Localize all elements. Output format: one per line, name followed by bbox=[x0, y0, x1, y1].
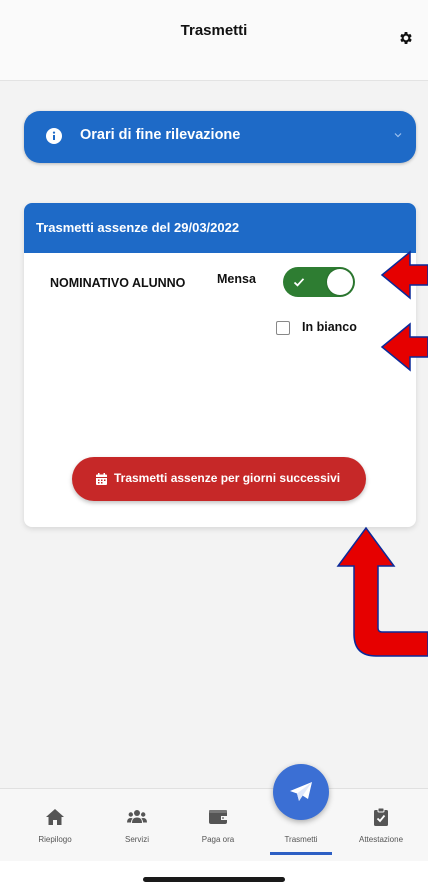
bottom-navigation: Riepilogo Servizi Paga ora Trasmetti Att… bbox=[0, 788, 428, 861]
info-icon bbox=[46, 128, 62, 144]
nav-label: Paga ora bbox=[201, 835, 235, 844]
toggle-knob bbox=[327, 269, 353, 295]
top-app-bar: Trasmetti bbox=[0, 0, 428, 81]
annotation-arrow-toggle bbox=[380, 250, 428, 300]
page-title: Trasmetti bbox=[180, 22, 248, 39]
wallet-icon bbox=[209, 810, 227, 824]
gear-icon[interactable] bbox=[398, 30, 414, 46]
nav-label: Servizi bbox=[124, 835, 149, 844]
accordion-label: Orari di fine rilevazione bbox=[80, 127, 241, 143]
content-area: Orari di fine rilevazione Trasmetti asse… bbox=[0, 81, 428, 788]
check-icon bbox=[293, 278, 305, 287]
nav-label: Trasmetti bbox=[284, 835, 318, 844]
card-title: Trasmetti assenze del 29/03/2022 bbox=[24, 203, 416, 253]
chevron-down-icon bbox=[394, 133, 402, 138]
users-icon bbox=[127, 810, 147, 823]
nav-item-riepilogo[interactable]: Riepilogo bbox=[15, 789, 95, 861]
nav-item-attestazione[interactable]: Attestazione bbox=[341, 789, 421, 861]
end-time-accordion[interactable]: Orari di fine rilevazione bbox=[24, 111, 416, 163]
blank-checkbox[interactable] bbox=[276, 321, 290, 335]
active-tab-indicator bbox=[270, 852, 332, 855]
annotation-arrow-checkbox bbox=[380, 322, 428, 372]
nav-label: Attestazione bbox=[358, 835, 404, 844]
home-icon bbox=[46, 809, 64, 825]
mensa-label: Mensa bbox=[217, 272, 256, 286]
transmit-following-days-button[interactable]: Trasmetti assenze per giorni successivi bbox=[72, 457, 366, 501]
blank-label: In bianco bbox=[302, 320, 357, 334]
calendar-icon bbox=[96, 473, 107, 485]
send-icon bbox=[290, 782, 312, 801]
clipboard-check-icon bbox=[374, 807, 388, 826]
transmit-button-label: Trasmetti assenze per giorni successivi bbox=[114, 471, 341, 485]
nav-item-paga-ora[interactable]: Paga ora bbox=[178, 789, 258, 861]
student-name: NOMINATIVO ALUNNO bbox=[50, 276, 186, 290]
nav-item-servizi[interactable]: Servizi bbox=[97, 789, 177, 861]
nav-label: Riepilogo bbox=[38, 835, 72, 844]
home-indicator bbox=[143, 877, 285, 882]
transmit-card: Trasmetti assenze del 29/03/2022 NOMINAT… bbox=[24, 203, 416, 527]
trasmetti-fab[interactable] bbox=[273, 764, 329, 820]
mensa-toggle[interactable] bbox=[283, 267, 355, 297]
annotation-arrow-button bbox=[336, 526, 428, 657]
